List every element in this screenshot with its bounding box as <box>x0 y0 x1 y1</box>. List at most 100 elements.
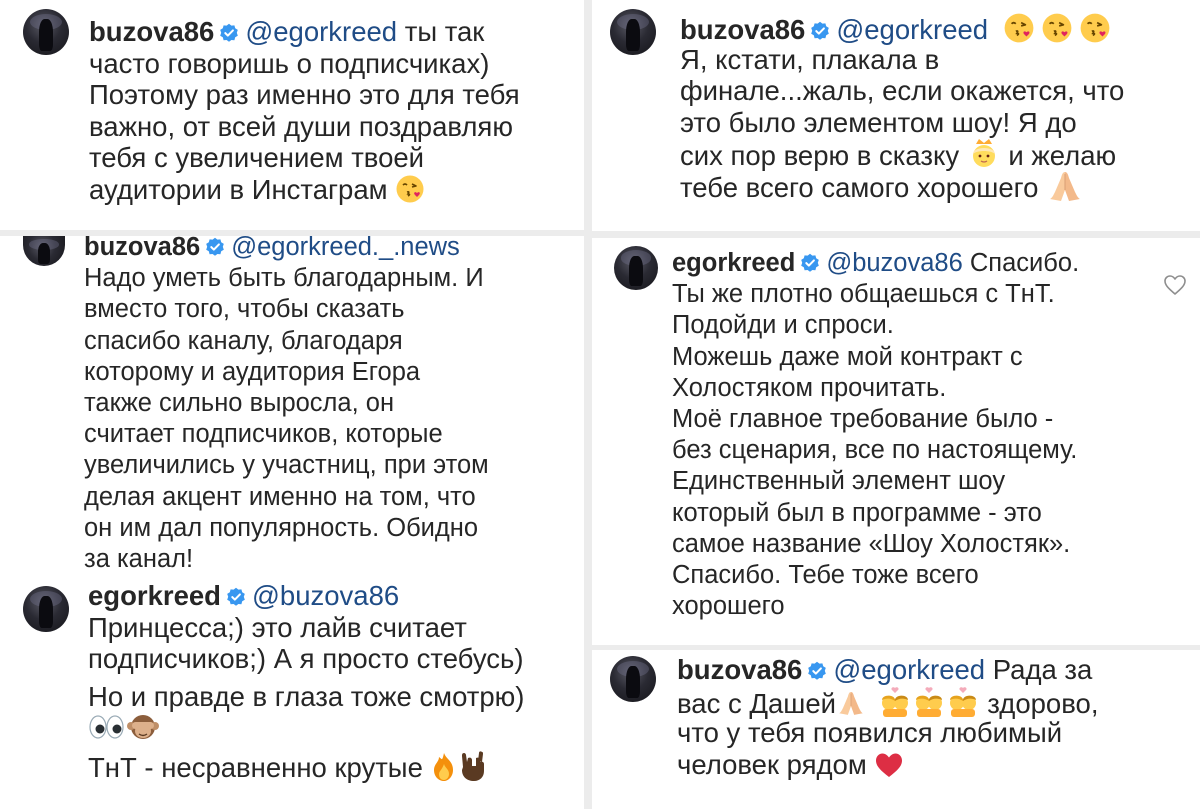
comment-line: Холостяком прочитать. <box>672 373 947 402</box>
avatar[interactable] <box>610 9 656 55</box>
comment-line: Но и правде в глаза тоже смотрю) <box>88 680 525 712</box>
comment-username[interactable]: buzova86 <box>677 654 802 685</box>
comment-mention[interactable]: @buzova86 <box>826 249 962 277</box>
comment-line: спасибо каналу, благодаря <box>84 326 403 355</box>
comment-body: buzova86 @egorkreed Рада за вас с Дашей з… <box>677 654 1098 780</box>
comment-text: ты так <box>397 16 485 47</box>
comment-username[interactable]: egorkreed <box>672 249 795 277</box>
sign-of-horns-icon <box>461 750 484 781</box>
comment-buzova86-3: buzova86 @egorkreed Я, кстати, плакала в … <box>592 0 1200 231</box>
fire-icon <box>433 752 453 781</box>
comment-body: egorkreed @buzova86 Спасибо. Ты же плотно… <box>672 248 1079 622</box>
folded-hands-icon <box>839 691 863 715</box>
comment-username[interactable]: buzova86 <box>84 236 200 261</box>
comment-username[interactable]: buzova86 <box>680 14 805 45</box>
verified-badge-icon <box>220 23 239 42</box>
comment-line: часто говоришь о подписчиках) <box>89 47 490 79</box>
comment-line: Надо уметь быть благодарным. И <box>84 264 484 293</box>
face-blowing-kiss-icon <box>1004 13 1034 43</box>
kiss-couple-icon <box>915 686 942 717</box>
comment-line: Моё главное требование было - <box>672 404 1054 433</box>
comment-mention[interactable]: @egorkreed <box>833 654 985 685</box>
comment-body: buzova86 @egorkreed Я, кстати, плакала в … <box>680 12 1125 203</box>
comment-line: делая акцент именно на том, что <box>84 482 476 511</box>
comment-line: человек рядом <box>677 748 867 780</box>
comment-panel-top-left: buzova86 @egorkreed ты так часто говоришь… <box>0 0 584 230</box>
comment-body: buzova86 @egorkreed ты так часто говоришь… <box>89 16 520 205</box>
comment-line: он им дал популярность. Обидно <box>84 513 479 542</box>
comment-mention[interactable]: @egorkreed._.news <box>231 236 460 261</box>
comment-line: считает подписчиков, которые <box>84 420 443 449</box>
princess-icon <box>972 139 995 167</box>
screenshot-collage: buzova86 @egorkreed ты так часто говоришь… <box>0 0 1200 809</box>
comment-line: самое название «Шоу Холостяк». <box>672 529 1071 558</box>
comment-line: тебе всего самого хорошего <box>680 171 1039 203</box>
comment-line: также сильно выросла, он <box>84 388 395 417</box>
kiss-couple-icon <box>949 686 976 717</box>
verified-badge-icon <box>811 21 830 40</box>
face-blowing-kiss-icon <box>396 175 424 202</box>
comment-line: хорошего <box>672 592 785 621</box>
face-blowing-kiss-icon <box>1080 13 1110 43</box>
folded-hands-icon <box>1050 171 1080 201</box>
comment-line: Принцесса;) это лайв считает <box>88 611 467 643</box>
comment-buzova86-2: buzova86 @egorkreed._.news Надо уметь быт… <box>0 236 584 576</box>
comment-body: buzova86 @egorkreed._.news Надо уметь быт… <box>84 236 489 575</box>
eyes-icon <box>89 715 124 739</box>
comment-line: сих пор верю в сказку <box>680 140 960 171</box>
avatar[interactable] <box>610 656 656 702</box>
comment-line: важно, от всей души поздравляю <box>89 110 513 142</box>
comment-line: которому и аудитория Егора <box>84 357 421 386</box>
verified-badge-icon <box>206 237 225 256</box>
comment-buzova86-1: buzova86 @egorkreed ты так часто говоришь… <box>0 0 584 230</box>
comment-line: вас с Дашей <box>677 687 837 719</box>
comment-username[interactable]: egorkreed <box>88 580 221 611</box>
comment-line: тебя с увеличением твоей <box>89 142 425 173</box>
verified-badge-icon <box>808 661 827 680</box>
comment-line: Поэтому раз именно это для тебя <box>89 79 520 110</box>
comment-line: который был в программе - это <box>672 498 1042 527</box>
comment-panel-right-middle: egorkreed @buzova86 Спасибо. Ты же плотно… <box>592 238 1200 645</box>
comment-line: финале...жаль, если окажется, что <box>680 75 1125 106</box>
comment-line: за канал! <box>84 544 194 573</box>
comment-panel-left: buzova86 @egorkreed._.news Надо уметь быт… <box>0 236 584 809</box>
comment-text: и желаю <box>1000 140 1117 171</box>
face-blowing-kiss-icon <box>1042 13 1072 43</box>
comment-line: Спасибо. Тебе тоже всего <box>672 560 979 589</box>
comment-line: что у тебя появился любимый <box>677 717 1063 748</box>
comment-egorkreed-2: egorkreed @buzova86 Спасибо. Ты же плотно… <box>592 238 1200 645</box>
comment-panel-bottom-right: buzova86 @egorkreed Рада за вас с Дашей з… <box>592 650 1200 809</box>
comment-line: это было элементом шоу! Я до <box>680 106 1077 138</box>
verified-badge-icon <box>801 253 820 272</box>
verified-badge-icon <box>227 587 245 606</box>
red-heart-icon <box>876 753 903 777</box>
comment-line: Подойди и спроси. <box>672 311 894 340</box>
avatar[interactable] <box>23 236 65 266</box>
comment-line: Ты же плотно общаешься с ТнТ. <box>672 280 1055 309</box>
comment-text: Спасибо. <box>962 249 1080 277</box>
like-heart-icon[interactable] <box>1163 274 1187 296</box>
comment-username[interactable]: buzova86 <box>89 16 214 47</box>
see-no-evil-monkey-icon <box>127 715 159 739</box>
comment-line: увеличились у участниц, при этом <box>84 451 489 480</box>
comment-buzova86-4: buzova86 @egorkreed Рада за вас с Дашей з… <box>592 650 1200 809</box>
comment-line: аудитории в Инстаграм <box>89 173 388 205</box>
comment-text: здорово, <box>979 687 1099 719</box>
comment-text: Рада за <box>985 654 1093 685</box>
avatar[interactable] <box>23 586 69 632</box>
comment-mention[interactable]: @egorkreed <box>245 16 397 47</box>
comment-line: Можешь даже мой контракт с <box>672 342 1023 371</box>
kiss-couple-icon <box>881 686 908 717</box>
comment-line: Единственный элемент шоу <box>672 467 1006 496</box>
comment-line: без сценария, все по настоящему. <box>672 436 1078 465</box>
comment-egorkreed-1: egorkreed @buzova86 Принцесса;) это лайв … <box>0 576 584 809</box>
comment-mention[interactable]: @buzova86 <box>252 580 399 611</box>
avatar[interactable] <box>614 246 658 290</box>
comment-panel-top-right: buzova86 @egorkreed Я, кстати, плакала в … <box>592 0 1200 231</box>
avatar[interactable] <box>23 9 69 55</box>
comment-line: Я, кстати, плакала в <box>680 43 940 75</box>
comment-mention[interactable]: @egorkreed <box>836 14 988 45</box>
comment-line: ТнТ - несравненно крутые <box>88 751 423 783</box>
comment-line: подписчиков;) А я просто стебусь) <box>88 643 524 674</box>
comment-body: egorkreed @buzova86 Принцесса;) это лайв … <box>88 580 525 783</box>
